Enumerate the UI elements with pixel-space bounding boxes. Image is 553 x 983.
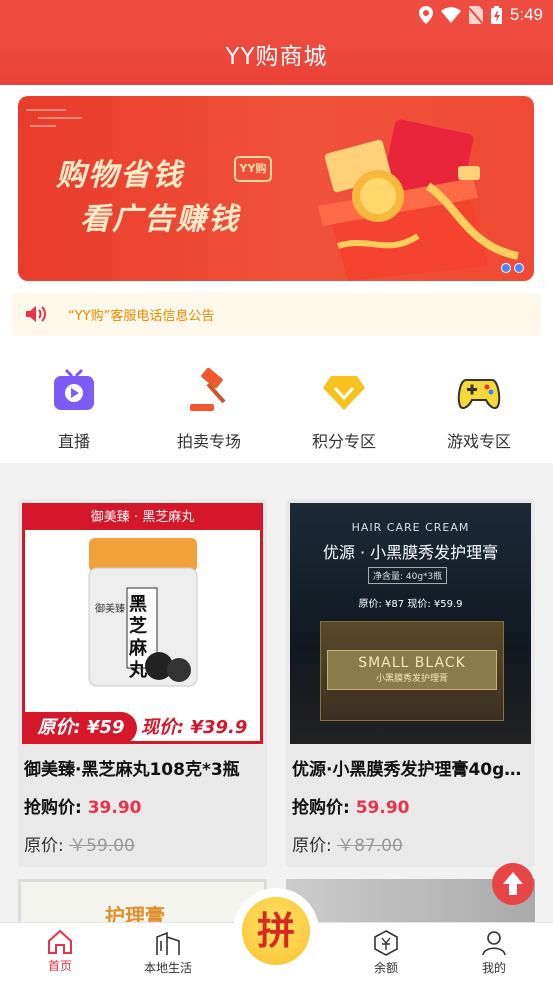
- wifi-icon: [440, 7, 461, 23]
- rush-price: 抢购价: 39.90: [24, 793, 142, 818]
- group-buy-button[interactable]: 拼: [233, 888, 319, 974]
- rush-price-value: 39.90: [87, 798, 142, 818]
- category-label: 积分专区: [311, 432, 376, 451]
- original-price: 原价: ￥59.00: [24, 831, 135, 856]
- rush-price-value: 59.90: [355, 798, 410, 818]
- banner-subheadline: 看广告赚钱: [80, 202, 240, 237]
- page-title: YY购商城: [0, 32, 553, 85]
- gamepad-icon: [457, 379, 501, 409]
- box-subtext: 小黑膜秀发护理膏: [375, 674, 448, 684]
- image-original-price-tag: 原价: ¥59: [25, 712, 137, 741]
- image-prices: 原价: ¥87 现价: ¥59.9: [358, 599, 463, 610]
- tab-label: 我的: [481, 961, 506, 975]
- category-games[interactable]: 游戏专区: [424, 368, 534, 452]
- product-box: SMALL BLACK 小黑膜秀发护理膏: [320, 621, 504, 721]
- original-price: 原价: ￥87.00: [292, 831, 403, 856]
- rush-price-label: 抢购价:: [292, 798, 356, 818]
- building-icon: [156, 931, 180, 955]
- product-image: HAIR CARE CREAM 优源 · 小黑膜秀发护理膏 净含量: 40g*3…: [290, 503, 531, 744]
- home-icon: [48, 929, 72, 954]
- category-auction[interactable]: 拍卖专场: [154, 367, 264, 452]
- tab-label: 首页: [47, 959, 72, 973]
- rush-price-label: 抢购价:: [24, 798, 88, 818]
- gift-box-illustration: [318, 119, 519, 281]
- announcement-text: “YY购”客服电话信息公告: [68, 309, 215, 324]
- no-sim-icon: [468, 6, 483, 24]
- rush-price: 抢购价: 59.90: [292, 793, 410, 818]
- jar-brand: 御美臻: [95, 604, 125, 615]
- original-price-value: ￥59.00: [69, 836, 135, 856]
- live-tv-icon: [54, 368, 94, 410]
- category-label: 游戏专区: [446, 432, 511, 451]
- tab-balance[interactable]: 余额: [346, 929, 426, 976]
- auction-hammer-icon: [190, 367, 226, 411]
- banner-logo: YY购: [234, 156, 272, 182]
- status-time: 5:49: [509, 5, 543, 24]
- tab-label: 余额: [373, 961, 398, 975]
- tab-label: 本地生活: [143, 961, 192, 975]
- product-image: 御美臻 · 黑芝麻丸 黑芝麻丸 御美臻 原价: ¥59 现价: ¥39.9: [22, 503, 263, 744]
- scroll-top-button[interactable]: [492, 863, 534, 905]
- category-live[interactable]: 直播: [19, 368, 129, 452]
- image-title: 优源 · 小黑膜秀发护理膏: [322, 543, 499, 562]
- announcement-bar[interactable]: “YY购”客服电话信息公告: [12, 293, 541, 336]
- balance-icon: [374, 930, 398, 956]
- location-icon: [418, 6, 433, 24]
- jar-label: 黑芝麻丸: [129, 594, 147, 681]
- battery-icon: [490, 6, 502, 24]
- product-card[interactable]: 御美臻 · 黑芝麻丸 黑芝麻丸 御美臻 原价: ¥59 现价: ¥39.9 御美…: [18, 499, 267, 867]
- banner-decoration-lines: [26, 109, 82, 127]
- category-points[interactable]: 积分专区: [289, 368, 399, 452]
- original-price-value: ￥87.00: [337, 836, 403, 856]
- status-bar: 5:49: [0, 0, 553, 32]
- product-card[interactable]: HAIR CARE CREAM 优源 · 小黑膜秀发护理膏 净含量: 40g*3…: [286, 499, 535, 867]
- category-label: 直播: [57, 432, 90, 451]
- product-image-banner: 御美臻 · 黑芝麻丸: [25, 506, 260, 530]
- carousel-dots[interactable]: [501, 263, 524, 273]
- category-label: 拍卖专场: [176, 432, 241, 451]
- speaker-icon: [26, 306, 46, 322]
- diamond-icon: [323, 376, 365, 410]
- image-spec: 净含量: 40g*3瓶: [368, 567, 448, 584]
- tab-home[interactable]: 首页: [20, 929, 100, 974]
- box-brand: SMALL BLACK: [358, 655, 466, 671]
- promo-banner[interactable]: 购物省钱 YY购 看广告赚钱: [18, 96, 534, 281]
- original-price-label: 原价:: [24, 836, 70, 856]
- image-current-price-tag: 现价: ¥39.9: [141, 717, 248, 738]
- original-price-label: 原价:: [292, 836, 338, 856]
- tab-local-life[interactable]: 本地生活: [128, 929, 208, 976]
- product-name: 御美臻·黑芝麻丸108克*3瓶: [24, 760, 240, 780]
- tab-mine[interactable]: 我的: [454, 929, 534, 976]
- carousel-dot[interactable]: [501, 263, 511, 273]
- user-icon: [482, 931, 506, 956]
- image-caption-top: HAIR CARE CREAM: [351, 521, 470, 534]
- banner-headline: 购物省钱: [56, 158, 184, 193]
- arrow-up-icon: [503, 872, 523, 895]
- product-name: 优源·小黑膜秀发护理膏40g*3瓶: [292, 760, 530, 780]
- carousel-dot[interactable]: [514, 263, 524, 273]
- pin-group-buy-icon: 拼: [242, 897, 310, 965]
